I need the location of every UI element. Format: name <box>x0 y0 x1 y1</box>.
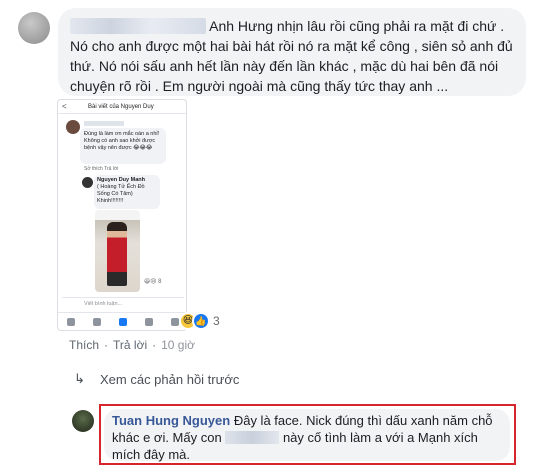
redacted-text <box>225 431 280 444</box>
notifications-icon <box>119 317 127 326</box>
reaction-count: 3 <box>213 314 220 328</box>
screenshot-redacted-name <box>84 121 124 126</box>
reply-button[interactable]: Trả lời <box>113 338 147 352</box>
screenshot-comment-input: Viết bình luận... <box>62 297 184 309</box>
separator-dot: · <box>152 338 157 352</box>
person-in-red-suit <box>107 222 127 286</box>
screenshot-header: < Bài viết của Nguyen Duy <box>58 100 186 114</box>
screenshot-title: Bài viết của Nguyen Duy <box>88 103 154 110</box>
screenshot-comment-bubble: Đúng là làm ơn mắc oán a nhỉ! Không có a… <box>80 128 166 164</box>
reply-author-avatar[interactable] <box>72 410 94 432</box>
screenshot-photo <box>95 210 140 292</box>
attached-screenshot[interactable]: < Bài viết của Nguyen Duy Đúng là làm ơn… <box>57 99 187 331</box>
screenshot-avatar <box>66 120 80 134</box>
home-icon <box>67 317 75 326</box>
reply-author-name[interactable]: Tuan Hung Nguyen <box>112 413 230 428</box>
screenshot-tab-bar <box>58 312 186 330</box>
reply-bubble: Tuan Hung Nguyen Đây là face. Nick đúng … <box>104 409 510 462</box>
separator-dot: · <box>104 338 109 352</box>
menu-icon <box>171 317 179 326</box>
comment-bubble: Anh Hưng nhịn lâu rồi cũng phải ra mặt đ… <box>58 8 526 96</box>
screenshot-input-placeholder: Viết bình luận... <box>84 300 123 307</box>
friends-icon <box>93 317 101 326</box>
screenshot-reply-name: Nguyen Duy Manh <box>97 177 145 183</box>
comment-timestamp[interactable]: 10 giờ <box>161 338 195 352</box>
commenter-avatar[interactable] <box>18 12 50 44</box>
screenshot-reply-avatar <box>82 177 93 188</box>
screenshot-comment-text: Đúng là làm ơn mắc oán a nhỉ! Không có a… <box>84 131 160 151</box>
reply-arrow-icon: ↳ <box>74 371 85 386</box>
like-button[interactable]: Thích <box>69 338 99 352</box>
screenshot-reactions: 😆😢 8 <box>144 279 162 285</box>
view-previous-replies-label: Xem các phản hồi trước <box>100 371 240 387</box>
comment-actions: Thích · Trả lời · 10 giờ <box>69 338 195 352</box>
groups-icon <box>145 317 153 326</box>
reactions-summary[interactable]: 😆 👍 3 <box>179 312 220 330</box>
like-icon: 👍 <box>192 312 210 330</box>
back-arrow-icon: < <box>62 102 67 111</box>
screenshot-reply-text: ( Hoàng Tử Ếch Đồ Sống Có Tâm) Khinh!!!!… <box>97 184 145 204</box>
commenter-name-redacted[interactable] <box>70 18 206 34</box>
screenshot-comment-actions: Sở thích Trả lời <box>84 166 119 172</box>
view-previous-replies-link[interactable]: ↳ Xem các phản hồi trước <box>74 371 239 387</box>
screenshot-reply-bubble: Nguyen Duy Manh ( Hoàng Tử Ếch Đồ Sống C… <box>94 175 160 209</box>
